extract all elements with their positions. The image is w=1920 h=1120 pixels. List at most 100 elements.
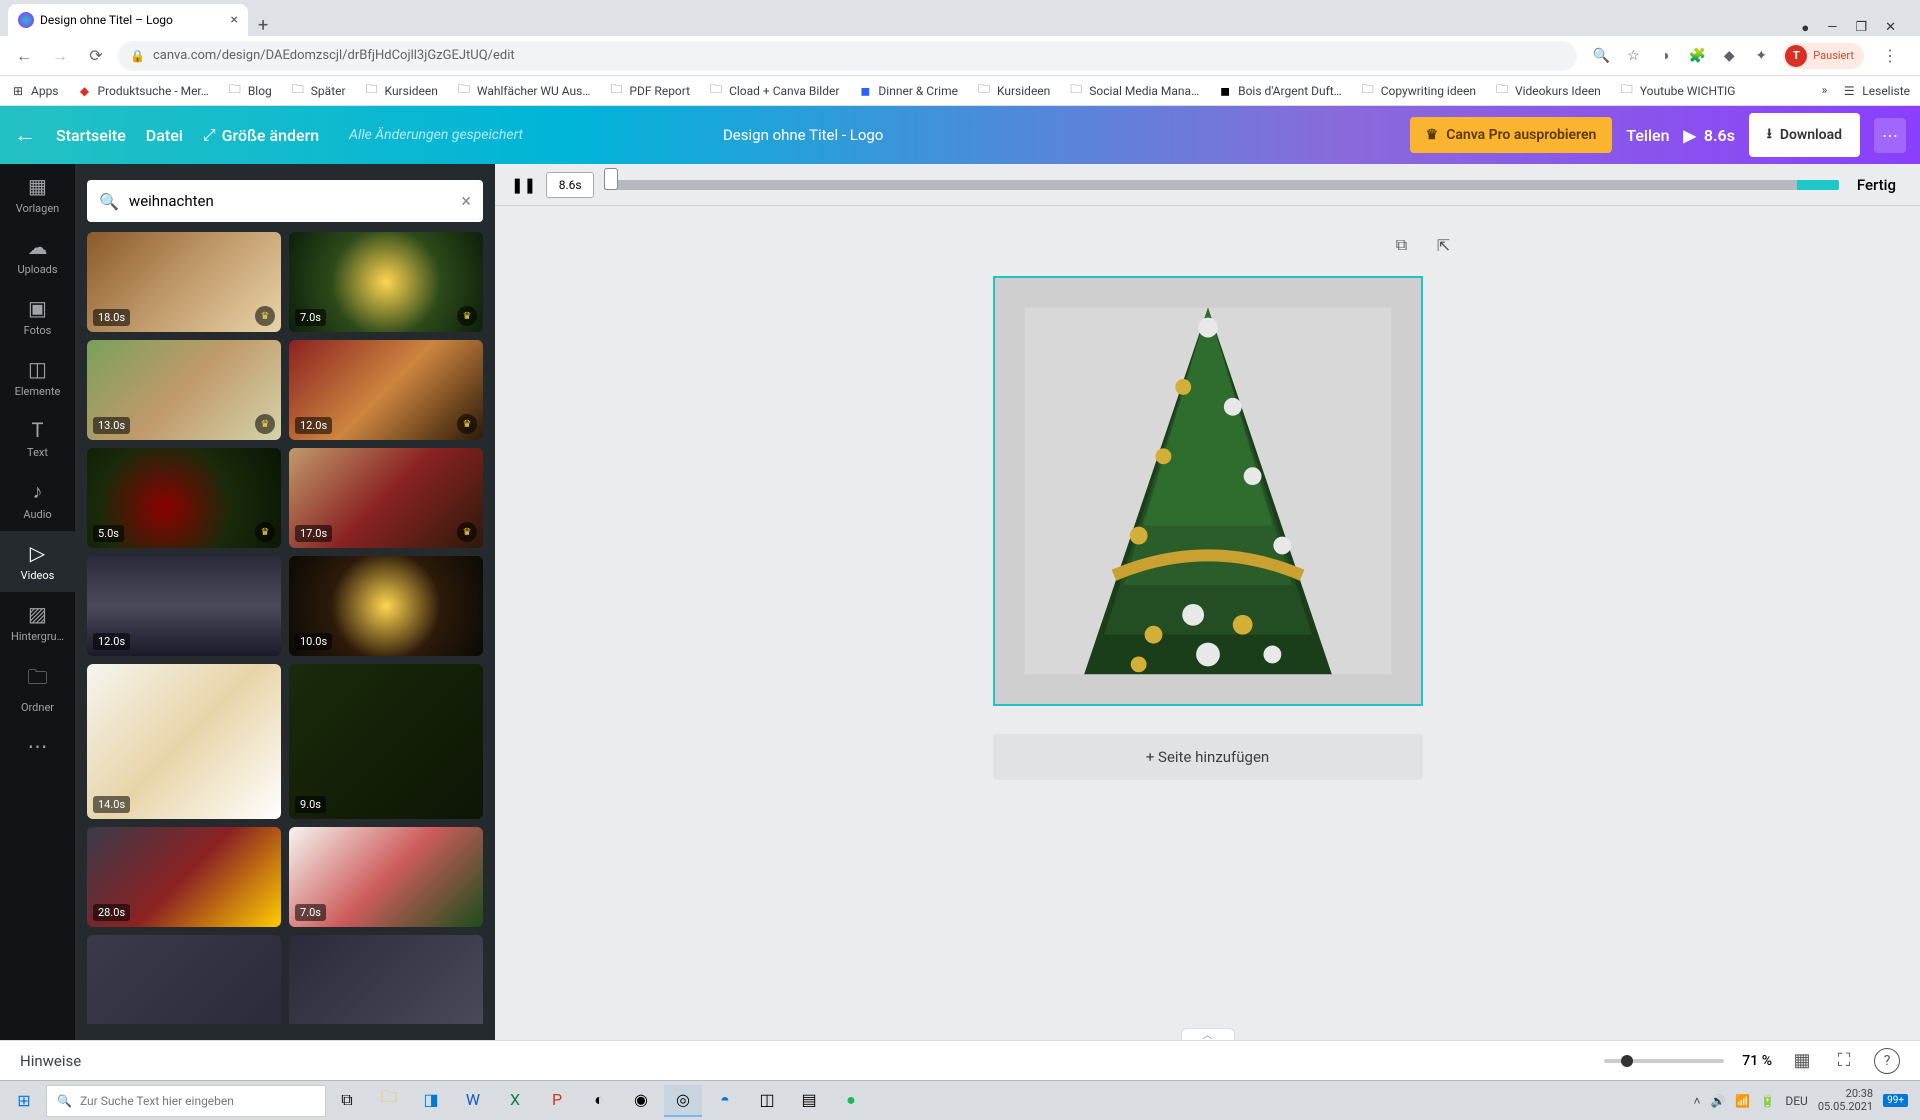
video-thumb[interactable]: 9.0s bbox=[289, 664, 483, 819]
bookmarks-overflow-icon[interactable]: » bbox=[1822, 83, 1828, 99]
video-thumb[interactable]: 7.0s♛ bbox=[289, 232, 483, 332]
duration-input[interactable] bbox=[546, 172, 594, 198]
rail-vorlagen[interactable]: ▦Vorlagen bbox=[0, 164, 75, 225]
edge-icon[interactable]: ◓ bbox=[706, 1085, 744, 1117]
clear-search-icon[interactable]: × bbox=[461, 191, 471, 212]
browser-tab[interactable]: Design ohne Titel – Logo × bbox=[8, 4, 248, 36]
video-thumb[interactable]: 13.0s♛ bbox=[87, 340, 281, 440]
zoom-value[interactable]: 71 % bbox=[1742, 1053, 1772, 1069]
grid-view-icon[interactable]: ▦ bbox=[1790, 1050, 1814, 1071]
notes-button[interactable]: Hinweise bbox=[20, 1052, 81, 1070]
try-pro-button[interactable]: ♛ Canva Pro ausprobieren bbox=[1410, 117, 1613, 153]
video-thumb[interactable]: 28.0s bbox=[87, 827, 281, 927]
zoom-knob[interactable] bbox=[1621, 1055, 1633, 1067]
rail-hintergrund[interactable]: ▨Hintergru… bbox=[0, 592, 75, 653]
maximize-icon[interactable]: ❐ bbox=[1855, 20, 1867, 36]
pause-icon[interactable]: ❚❚ bbox=[511, 176, 536, 194]
reload-icon[interactable]: ⟳ bbox=[82, 42, 110, 70]
bookmark-item[interactable]: 🗀Youtube WICHTIG bbox=[1619, 83, 1736, 99]
bookmark-star-icon[interactable]: ☆ bbox=[1623, 46, 1643, 66]
explorer-icon[interactable]: 🗀 bbox=[370, 1085, 408, 1117]
rail-more[interactable]: ⋯ bbox=[0, 724, 75, 768]
close-window-icon[interactable]: ✕ bbox=[1885, 20, 1896, 36]
rail-ordner[interactable]: 🗀Ordner bbox=[0, 653, 75, 724]
excel-icon[interactable]: X bbox=[496, 1085, 534, 1117]
bookmark-item[interactable]: 🗀Social Media Mana… bbox=[1068, 83, 1199, 99]
bookmark-item[interactable]: 🗀Cload + Canva Bilder bbox=[708, 83, 839, 99]
search-input[interactable] bbox=[129, 192, 451, 210]
video-thumb[interactable]: 17.0s♛ bbox=[289, 448, 483, 548]
chrome-icon[interactable]: ◎ bbox=[664, 1085, 702, 1117]
taskbar-search[interactable]: 🔍 Zur Suche Text hier eingeben bbox=[46, 1085, 326, 1117]
resize-button[interactable]: ⤢ Größe ändern bbox=[203, 125, 319, 145]
share-page-icon[interactable]: ⇱ bbox=[1430, 231, 1458, 259]
add-page-button[interactable]: + Seite hinzufügen bbox=[993, 734, 1423, 780]
new-tab-button[interactable]: + bbox=[248, 15, 278, 36]
bookmark-item[interactable]: 🗀Kursideen bbox=[364, 83, 438, 99]
minimize-icon[interactable]: — bbox=[1827, 20, 1837, 36]
extension-icon-2[interactable]: 🧩 bbox=[1687, 46, 1707, 66]
obs-icon[interactable]: ◉ bbox=[622, 1085, 660, 1117]
expand-notes-icon[interactable]: ︿ bbox=[1181, 1028, 1235, 1040]
play-button[interactable]: ▶ 8.6s bbox=[1684, 126, 1735, 145]
rail-elemente[interactable]: ◫Elemente bbox=[0, 347, 75, 408]
more-options-icon[interactable]: ⋯ bbox=[1874, 118, 1906, 153]
powerpoint-icon[interactable]: P bbox=[538, 1085, 576, 1117]
task-view-icon[interactable]: ⧉ bbox=[328, 1085, 366, 1117]
app-icon[interactable]: ▤ bbox=[790, 1085, 828, 1117]
file-menu[interactable]: Datei bbox=[146, 126, 183, 145]
video-thumb[interactable] bbox=[289, 935, 483, 1024]
rail-videos[interactable]: ▷Videos bbox=[0, 531, 75, 592]
video-thumb[interactable]: 18.0s♛ bbox=[87, 232, 281, 332]
video-thumb[interactable]: 5.0s♛ bbox=[87, 448, 281, 548]
word-icon[interactable]: W bbox=[454, 1085, 492, 1117]
readlist-button[interactable]: ☰Leseliste bbox=[1841, 83, 1910, 99]
bookmark-item[interactable]: 🗀Blog bbox=[227, 83, 272, 99]
download-button[interactable]: ⭳ Download bbox=[1749, 113, 1860, 157]
share-button[interactable]: Teilen bbox=[1626, 126, 1669, 145]
bookmark-item[interactable]: 🗀Wahlfächer WU Aus… bbox=[456, 83, 591, 99]
battery-icon[interactable]: 🔋 bbox=[1760, 1094, 1775, 1108]
timeline-end-marker[interactable] bbox=[1797, 180, 1839, 190]
fullscreen-icon[interactable]: ⛶ bbox=[1832, 1050, 1856, 1071]
apps-button[interactable]: ⊞Apps bbox=[10, 83, 59, 99]
profile-button[interactable]: T Pausiert bbox=[1783, 43, 1864, 69]
scrubber-handle[interactable] bbox=[604, 168, 618, 190]
rail-audio[interactable]: ♪Audio bbox=[0, 469, 75, 531]
home-link[interactable]: Startseite bbox=[56, 126, 126, 145]
taskbar-clock[interactable]: 20:38 05.05.2021 bbox=[1818, 1088, 1873, 1112]
bookmark-item[interactable]: 🗀Videokurs Ideen bbox=[1494, 83, 1601, 99]
done-button[interactable]: Fertig bbox=[1849, 176, 1904, 194]
zoom-icon[interactable]: 🔍 bbox=[1591, 46, 1611, 66]
bookmark-item[interactable]: 🗀Copywriting ideen bbox=[1360, 83, 1476, 99]
url-bar[interactable]: 🔒 canva.com/design/DAEdomzscjl/drBfjHdCo… bbox=[118, 41, 1577, 71]
app-icon[interactable]: ◐ bbox=[580, 1085, 618, 1117]
rail-uploads[interactable]: ☁Uploads bbox=[0, 225, 75, 286]
wifi-icon[interactable]: 📶 bbox=[1735, 1094, 1750, 1108]
tray-chevron-icon[interactable]: ˄ bbox=[1693, 1094, 1700, 1108]
chrome-menu-icon[interactable]: ⋮ bbox=[1876, 46, 1904, 65]
extension-icon-3[interactable]: ◆ bbox=[1719, 46, 1739, 66]
bookmark-item[interactable]: ◼Bois d'Argent Duft… bbox=[1217, 83, 1342, 99]
zoom-slider[interactable] bbox=[1604, 1059, 1724, 1063]
start-button[interactable]: ⊞ bbox=[4, 1085, 44, 1117]
bookmark-item[interactable]: ◆Produktsuche - Mer… bbox=[77, 83, 209, 99]
close-tab-icon[interactable]: × bbox=[231, 12, 238, 28]
back-home-icon[interactable]: ← bbox=[14, 122, 36, 148]
doc-title[interactable]: Design ohne Titel - Logo bbox=[723, 126, 883, 144]
rail-text[interactable]: TText bbox=[0, 408, 75, 469]
bookmark-item[interactable]: 🗀Kursideen bbox=[976, 83, 1050, 99]
app-icon[interactable]: ◫ bbox=[748, 1085, 786, 1117]
video-thumb[interactable]: 14.0s bbox=[87, 664, 281, 819]
bookmark-item[interactable]: 🗀PDF Report bbox=[608, 83, 690, 99]
video-thumb[interactable]: 10.0s bbox=[289, 556, 483, 656]
language-indicator[interactable]: DEU bbox=[1785, 1094, 1807, 1108]
back-icon[interactable]: ← bbox=[10, 42, 38, 70]
bookmark-item[interactable]: 🗀Später bbox=[290, 83, 346, 99]
video-thumb[interactable]: 7.0s bbox=[289, 827, 483, 927]
account-dot-icon[interactable]: ● bbox=[1801, 20, 1809, 36]
volume-icon[interactable]: 🔊 bbox=[1710, 1094, 1725, 1108]
timeline-scrubber[interactable] bbox=[604, 174, 1839, 196]
spotify-icon[interactable]: ● bbox=[832, 1085, 870, 1117]
video-thumb[interactable] bbox=[87, 935, 281, 1024]
